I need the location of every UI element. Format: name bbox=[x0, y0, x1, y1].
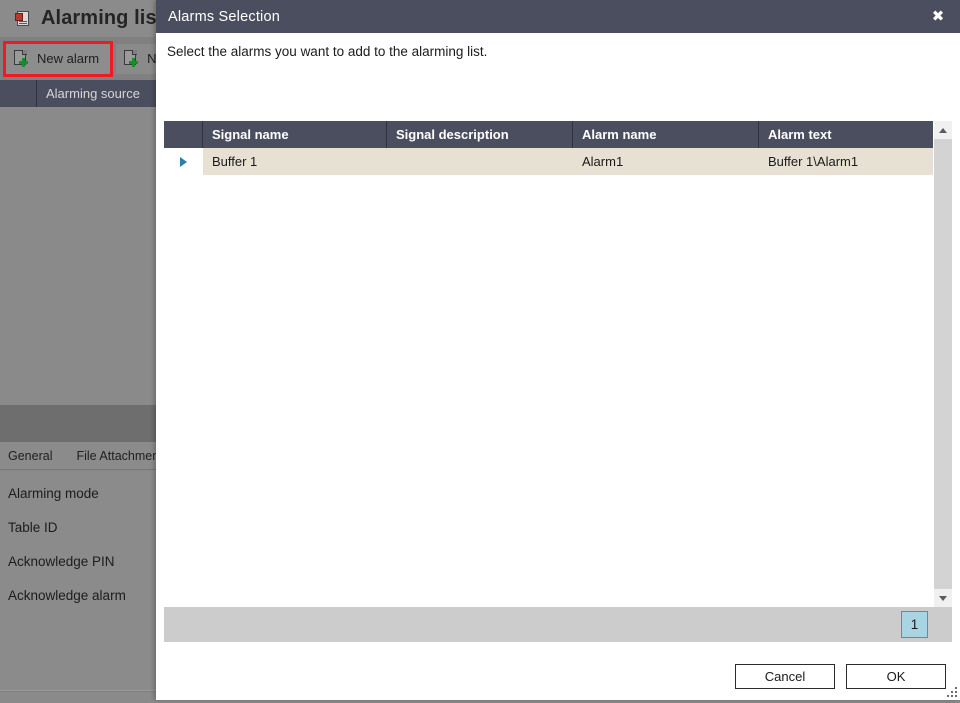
page-title: Alarming list bbox=[41, 7, 164, 29]
dialog-title-bar: Alarms Selection ✖ bbox=[156, 0, 960, 33]
tab-general[interactable]: General bbox=[8, 449, 52, 463]
property-label-acknowledge-pin: Acknowledge PIN bbox=[8, 554, 115, 569]
cell-alarm-name: Alarm1 bbox=[582, 154, 624, 169]
dialog-title: Alarms Selection bbox=[168, 8, 280, 25]
resize-grip-icon[interactable] bbox=[946, 686, 957, 697]
ok-button[interactable]: OK bbox=[846, 663, 946, 689]
alarms-grid-rows: Buffer 1 Alarm1 Buffer 1\Alarm1 bbox=[164, 148, 933, 607]
alarms-grid: Signal name Signal description Alarm nam… bbox=[164, 121, 952, 607]
new-alarm-button-label: New alarm bbox=[37, 51, 100, 66]
dialog-instruction-text: Select the alarms you want to add to the… bbox=[156, 33, 960, 69]
alarms-grid-header: Signal name Signal description Alarm nam… bbox=[164, 121, 933, 148]
chevron-down-icon bbox=[939, 595, 947, 601]
cell-alarm-text: Buffer 1\Alarm1 bbox=[768, 154, 859, 169]
column-header-indicator bbox=[164, 121, 203, 148]
screen: Alarming list New alarm Ne Alarming sour… bbox=[0, 0, 960, 703]
new-document-icon bbox=[14, 50, 29, 67]
cell-signal-description bbox=[387, 148, 573, 175]
alarming-list-icon bbox=[14, 10, 32, 28]
column-header-alarm-text[interactable]: Alarm text bbox=[759, 121, 933, 148]
table-row[interactable]: Buffer 1 Alarm1 Buffer 1\Alarm1 bbox=[164, 148, 933, 175]
grid-vertical-scrollbar[interactable] bbox=[933, 121, 952, 607]
column-header-signal-name[interactable]: Signal name bbox=[203, 121, 387, 148]
property-label-table-id: Table ID bbox=[8, 520, 58, 535]
cell-signal-name: Buffer 1 bbox=[212, 154, 258, 169]
new-document-icon bbox=[124, 50, 139, 67]
close-icon[interactable]: ✖ bbox=[926, 5, 950, 29]
cancel-button[interactable]: Cancel bbox=[735, 663, 835, 689]
row-selected-arrow-icon bbox=[180, 156, 187, 167]
pager-strip: 1 bbox=[164, 607, 952, 642]
new-alarm-button[interactable]: New alarm bbox=[2, 40, 114, 77]
property-label-alarming-mode: Alarming mode bbox=[8, 486, 99, 501]
scroll-up-button[interactable] bbox=[934, 121, 952, 139]
alarms-grid-main: Signal name Signal description Alarm nam… bbox=[164, 121, 933, 607]
tab-file-attachment[interactable]: File Attachment bbox=[76, 449, 162, 463]
scrollbar-thumb[interactable] bbox=[934, 139, 952, 589]
row-indicator-cell bbox=[164, 148, 203, 175]
property-label-acknowledge-alarm: Acknowledge alarm bbox=[8, 588, 126, 603]
dialog-body: Signal name Signal description Alarm nam… bbox=[156, 69, 960, 652]
chevron-up-icon bbox=[939, 127, 947, 133]
dialog-footer: Cancel OK bbox=[156, 652, 960, 700]
pager-page-1-button[interactable]: 1 bbox=[901, 611, 928, 638]
scrollbar-track[interactable] bbox=[934, 139, 952, 589]
column-header-signal-description[interactable]: Signal description bbox=[387, 121, 573, 148]
background-grid-indicator-header bbox=[0, 80, 37, 107]
column-header-alarm-name[interactable]: Alarm name bbox=[573, 121, 759, 148]
scroll-down-button[interactable] bbox=[934, 589, 952, 607]
alarms-selection-dialog: Alarms Selection ✖ Select the alarms you… bbox=[156, 0, 960, 700]
